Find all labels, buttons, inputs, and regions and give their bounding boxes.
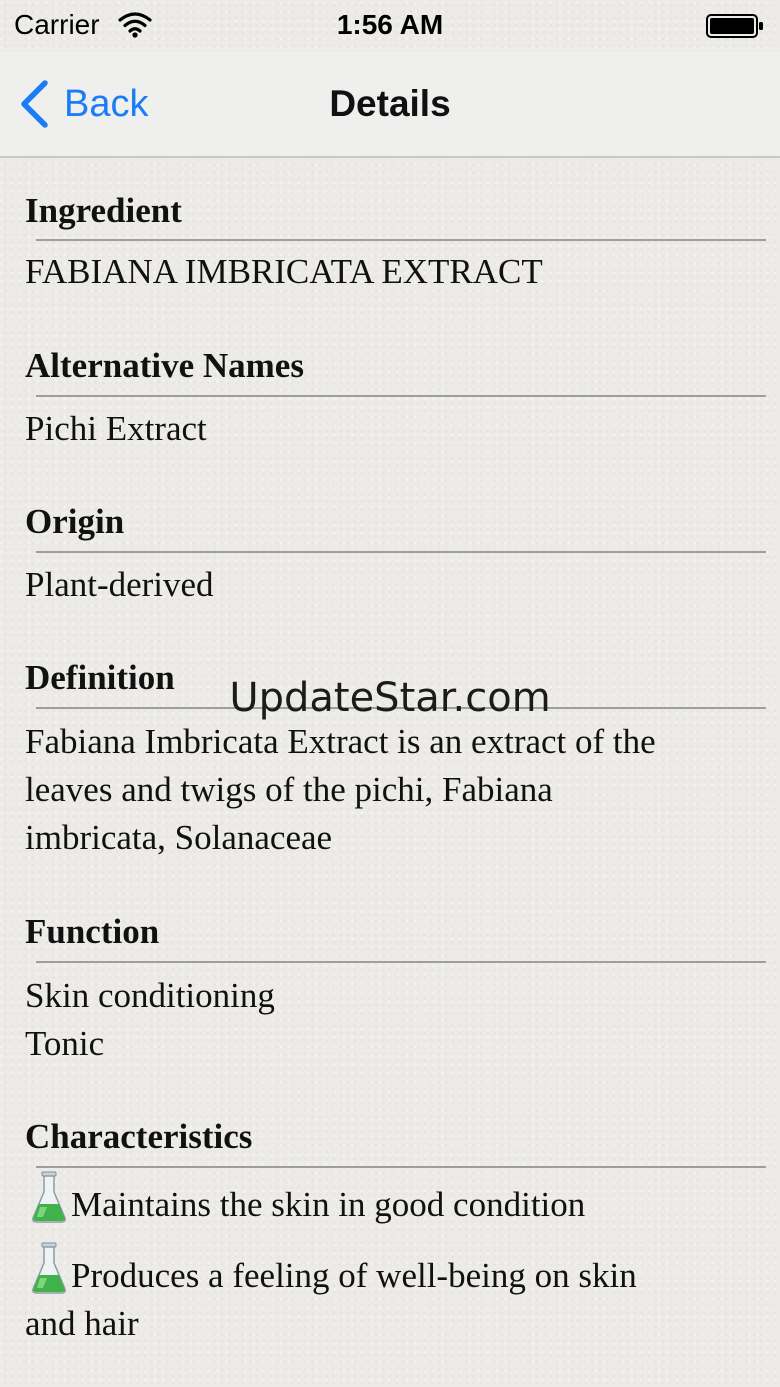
definition-line: imbricata, Solanaceae	[25, 818, 333, 857]
function-value: Skin conditioning Tonic	[25, 972, 765, 1068]
origin-value: Plant-derived	[25, 565, 214, 604]
status-time: 1:56 AM	[336, 9, 444, 40]
alternative-names-value: Pichi Extract	[25, 409, 207, 448]
page-title: Details	[329, 83, 451, 124]
origin-heading: Origin	[25, 502, 125, 541]
ingredient-value: FABIANA IMBRICATA EXTRACT	[25, 252, 543, 291]
section-divider	[36, 395, 766, 397]
characteristics-list: Maintains the skin in good condition Pro…	[25, 1170, 765, 1348]
definition-value: Fabiana Imbricata Extract is an extract …	[25, 718, 765, 862]
characteristic-text: Maintains the skin in good condition	[71, 1185, 586, 1224]
characteristic-item: Maintains the skin in good condition	[25, 1170, 765, 1229]
definition-line: leaves and twigs of the pichi, Fabiana	[25, 770, 553, 809]
ingredient-heading: Ingredient	[25, 191, 182, 230]
alternative-names-heading: Alternative Names	[25, 346, 304, 385]
status-bar: Carrier 1:56 AM	[0, 0, 780, 52]
app-screen: Carrier 1:56 AM Back Details Ingredient …	[0, 0, 780, 1387]
section-divider	[36, 1166, 766, 1168]
function-item: Skin conditioning	[25, 976, 275, 1015]
flask-icon	[32, 1242, 66, 1294]
characteristics-heading: Characteristics	[25, 1117, 253, 1156]
flask-icon	[32, 1171, 66, 1223]
navigation-bar: Back Details	[0, 52, 780, 158]
watermark: UpdateStar.com	[229, 675, 551, 721]
section-divider	[36, 239, 766, 241]
function-heading: Function	[25, 912, 160, 951]
definition-line: Fabiana Imbricata Extract is an extract …	[25, 722, 656, 761]
section-divider	[36, 961, 766, 963]
section-divider	[36, 551, 766, 553]
characteristic-text: and hair	[25, 1304, 139, 1343]
characteristic-item: Produces a feeling of well-being on skin…	[25, 1241, 765, 1348]
function-item: Tonic	[25, 1024, 105, 1063]
battery-icon	[706, 14, 763, 38]
characteristic-text: Produces a feeling of well-being on skin	[71, 1256, 637, 1295]
